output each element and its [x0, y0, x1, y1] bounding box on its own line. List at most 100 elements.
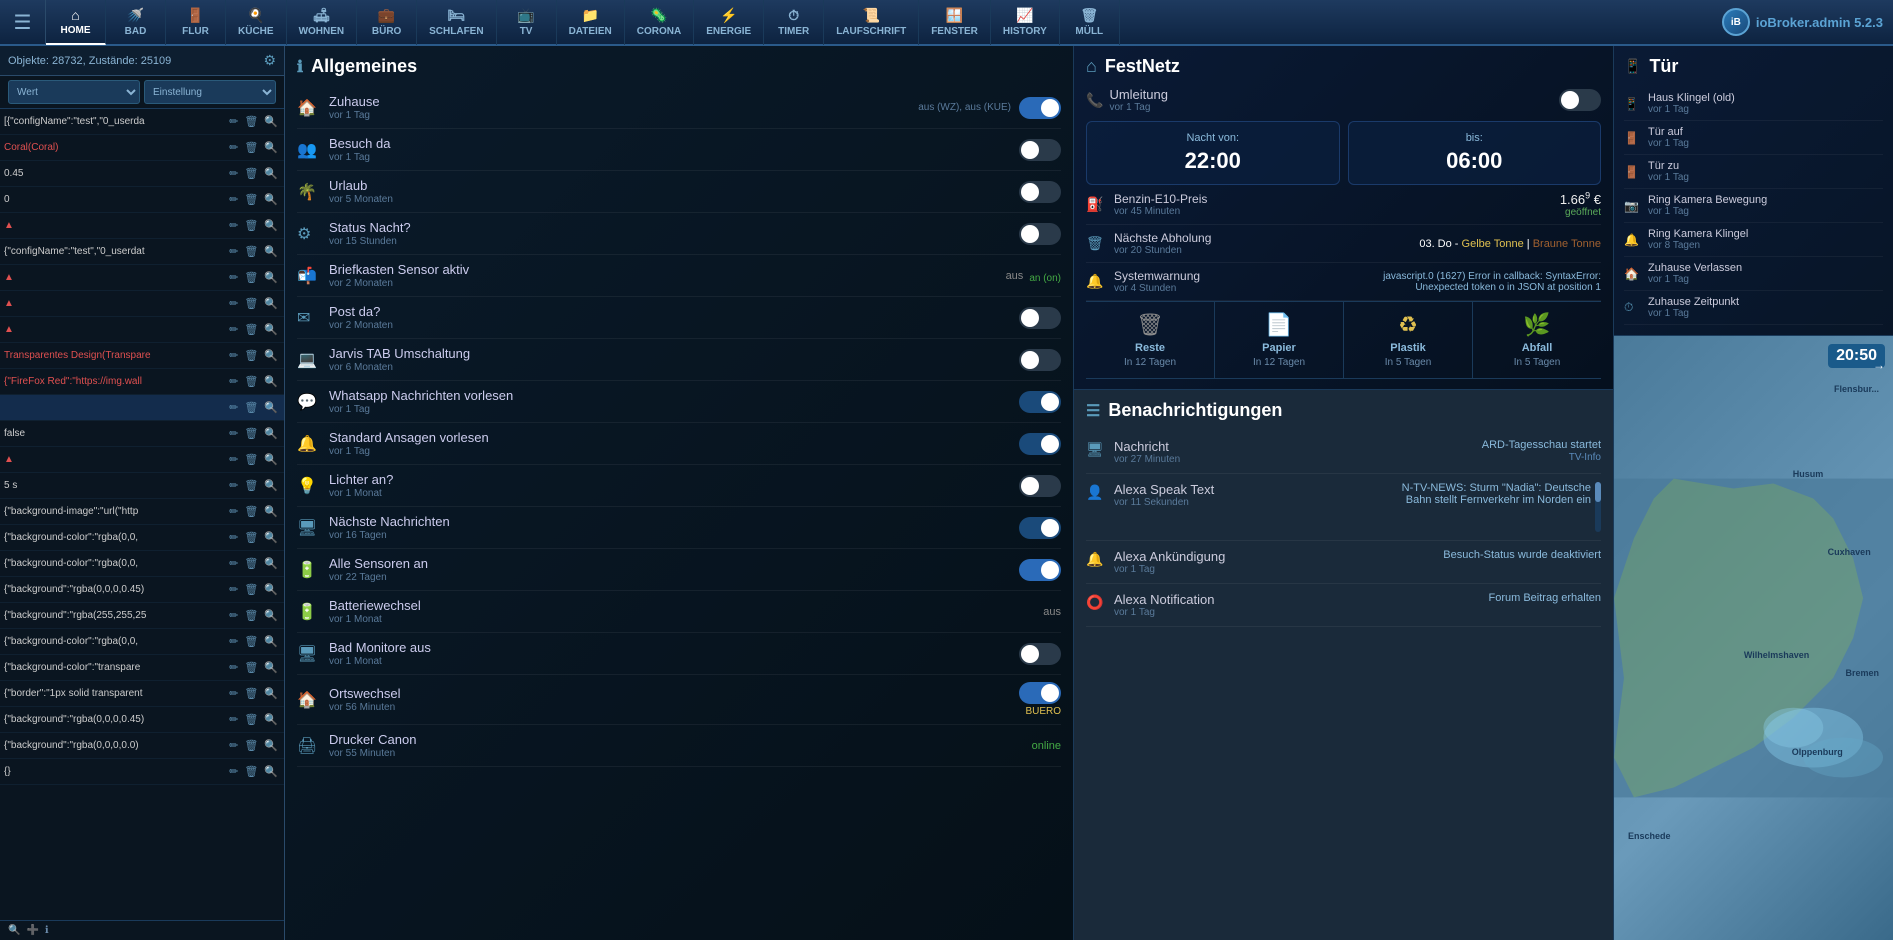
nav-item-flur[interactable]: 🚪FLUR: [166, 0, 226, 45]
hamburger-menu[interactable]: ☰: [0, 0, 46, 45]
delete-icon[interactable]: 🗑: [242, 687, 260, 700]
delete-icon[interactable]: 🗑: [242, 557, 260, 570]
toggle-switch[interactable]: [1019, 97, 1061, 119]
edit-icon[interactable]: ✏: [227, 271, 240, 284]
nav-item-history[interactable]: 📈HISTORY: [991, 0, 1060, 45]
nav-item-buero[interactable]: 💼BÜRO: [357, 0, 417, 45]
delete-icon[interactable]: 🗑: [242, 167, 260, 180]
toggle-switch[interactable]: [1019, 475, 1061, 497]
edit-icon[interactable]: ✏: [227, 687, 240, 700]
delete-icon[interactable]: 🗑: [242, 505, 260, 518]
nav-item-kueche[interactable]: 🍳KÜCHE: [226, 0, 287, 45]
edit-icon[interactable]: ✏: [227, 479, 240, 492]
nav-item-wohnen[interactable]: 🛋WOHNEN: [287, 0, 358, 45]
delete-icon[interactable]: 🗑: [242, 323, 260, 336]
search-small-icon[interactable]: 🔍: [262, 297, 280, 310]
search-small-icon[interactable]: 🔍: [262, 713, 280, 726]
delete-icon[interactable]: 🗑: [242, 739, 260, 752]
filter-dropdown[interactable]: Wert: [8, 80, 140, 104]
edit-icon[interactable]: ✏: [227, 505, 240, 518]
search-small-icon[interactable]: 🔍: [262, 739, 280, 752]
edit-icon[interactable]: ✏: [227, 141, 240, 154]
edit-icon[interactable]: ✏: [227, 401, 240, 414]
delete-icon[interactable]: 🗑: [242, 427, 260, 440]
nav-item-bad[interactable]: 🚿BAD: [106, 0, 166, 45]
toggle-switch[interactable]: [1019, 349, 1061, 371]
edit-icon[interactable]: ✏: [227, 609, 240, 622]
nav-item-tv[interactable]: 📺TV: [497, 0, 557, 45]
search-small-icon[interactable]: 🔍: [262, 557, 280, 570]
delete-icon[interactable]: 🗑: [242, 453, 260, 466]
toggle-switch[interactable]: [1019, 559, 1061, 581]
edit-icon[interactable]: ✏: [227, 765, 240, 778]
nav-item-home[interactable]: ⌂HOME: [46, 0, 106, 45]
delete-icon[interactable]: 🗑: [242, 765, 260, 778]
delete-icon[interactable]: 🗑: [242, 193, 260, 206]
search-small-icon[interactable]: 🔍: [262, 219, 280, 232]
toggle-switch[interactable]: [1019, 517, 1061, 539]
search-small-icon[interactable]: 🔍: [262, 479, 280, 492]
umleitung-toggle[interactable]: [1559, 89, 1601, 111]
edit-icon[interactable]: ✏: [227, 739, 240, 752]
delete-icon[interactable]: 🗑: [242, 661, 260, 674]
edit-icon[interactable]: ✏: [227, 115, 240, 128]
edit-icon[interactable]: ✏: [227, 583, 240, 596]
delete-icon[interactable]: 🗑: [242, 297, 260, 310]
edit-icon[interactable]: ✏: [227, 713, 240, 726]
search-small-icon[interactable]: 🔍: [262, 323, 280, 336]
settings-dropdown[interactable]: Einstellung: [144, 80, 276, 104]
toggle-switch[interactable]: [1019, 643, 1061, 665]
edit-icon[interactable]: ✏: [227, 167, 240, 180]
delete-icon[interactable]: 🗑: [242, 609, 260, 622]
toggle-switch[interactable]: [1019, 139, 1061, 161]
edit-icon[interactable]: ✏: [227, 323, 240, 336]
scroll-bar[interactable]: [1595, 482, 1601, 532]
toggle-switch[interactable]: [1019, 307, 1061, 329]
search-small-icon[interactable]: 🔍: [262, 271, 280, 284]
edit-icon[interactable]: ✏: [227, 427, 240, 440]
search-small-icon[interactable]: 🔍: [262, 765, 280, 778]
search-small-icon[interactable]: 🔍: [262, 245, 280, 258]
delete-icon[interactable]: 🗑: [242, 219, 260, 232]
toggle-switch[interactable]: [1019, 433, 1061, 455]
delete-icon[interactable]: 🗑: [242, 635, 260, 648]
delete-icon[interactable]: 🗑: [242, 531, 260, 544]
nav-item-energie[interactable]: ⚡ENERGIE: [694, 0, 764, 45]
nav-item-fenster[interactable]: 🪟FENSTER: [919, 0, 991, 45]
edit-icon[interactable]: ✏: [227, 453, 240, 466]
search-small-icon[interactable]: 🔍: [262, 583, 280, 596]
edit-icon[interactable]: ✏: [227, 557, 240, 570]
search-small-icon[interactable]: 🔍: [262, 531, 280, 544]
delete-icon[interactable]: 🗑: [242, 349, 260, 362]
toggle-switch[interactable]: [1019, 223, 1061, 245]
search-small-icon[interactable]: 🔍: [262, 453, 280, 466]
search-small-icon[interactable]: 🔍: [262, 375, 280, 388]
delete-icon[interactable]: 🗑: [242, 245, 260, 258]
search-small-icon[interactable]: 🔍: [262, 661, 280, 674]
delete-icon[interactable]: 🗑: [242, 375, 260, 388]
search-small-icon[interactable]: 🔍: [262, 609, 280, 622]
search-small-icon[interactable]: 🔍: [262, 349, 280, 362]
search-small-icon[interactable]: 🔍: [262, 635, 280, 648]
delete-icon[interactable]: 🗑: [242, 583, 260, 596]
delete-icon[interactable]: 🗑: [242, 479, 260, 492]
toggle-switch[interactable]: [1019, 181, 1061, 203]
edit-icon[interactable]: ✏: [227, 661, 240, 674]
search-small-icon[interactable]: 🔍: [262, 505, 280, 518]
search-small-icon[interactable]: 🔍: [262, 427, 280, 440]
nav-item-timer[interactable]: ⏱TIMER: [764, 0, 824, 45]
edit-icon[interactable]: ✏: [227, 375, 240, 388]
edit-icon[interactable]: ✏: [227, 297, 240, 310]
search-small-icon[interactable]: 🔍: [262, 687, 280, 700]
delete-icon[interactable]: 🗑: [242, 115, 260, 128]
search-small-icon[interactable]: 🔍: [262, 401, 280, 414]
search-small-icon[interactable]: 🔍: [262, 141, 280, 154]
delete-icon[interactable]: 🗑: [242, 401, 260, 414]
nav-item-corona[interactable]: 🦠CORONA: [625, 0, 694, 45]
nav-item-laufschrift[interactable]: 📜LAUFSCHRIFT: [824, 0, 919, 45]
delete-icon[interactable]: 🗑: [242, 271, 260, 284]
edit-icon[interactable]: ✏: [227, 193, 240, 206]
search-small-icon[interactable]: 🔍: [262, 115, 280, 128]
search-small-icon[interactable]: 🔍: [262, 193, 280, 206]
edit-icon[interactable]: ✏: [227, 219, 240, 232]
